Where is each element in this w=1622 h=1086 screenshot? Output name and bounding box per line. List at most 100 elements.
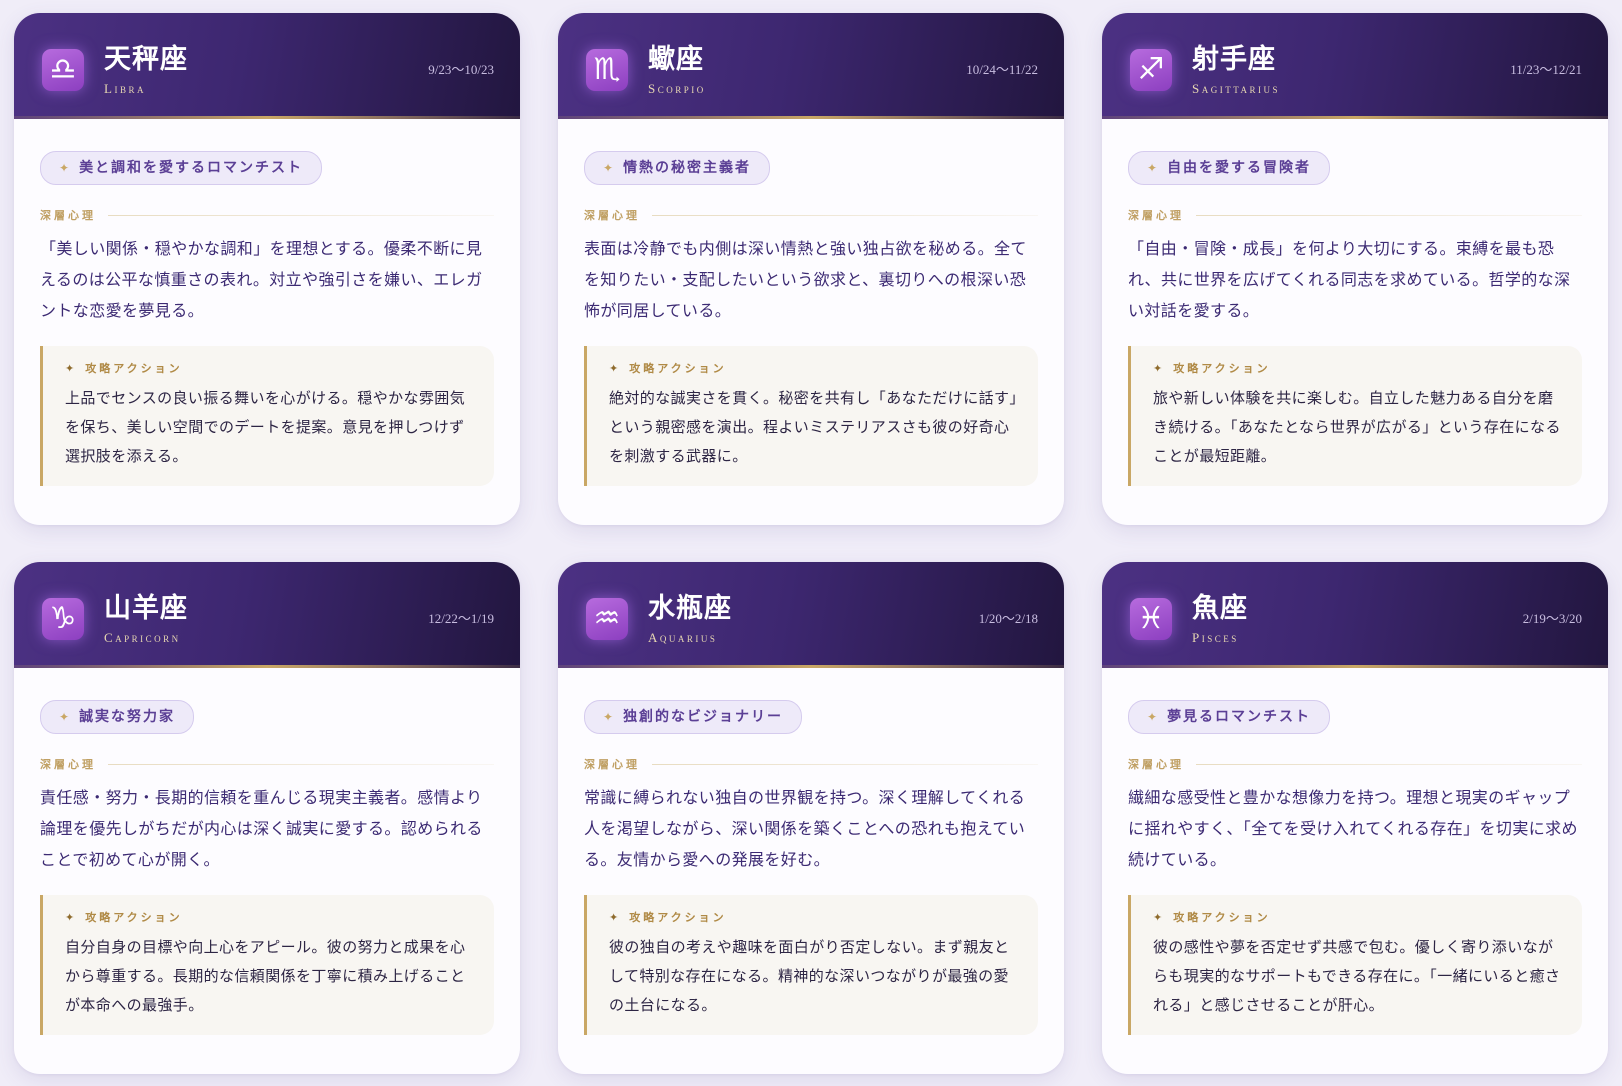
- star-icon: ✦: [59, 161, 72, 175]
- star-icon: ✦: [609, 362, 622, 375]
- zodiac-card-capricorn: ♑ 山羊座 Capricorn 12/22〜1/19 ✦ 誠実な努力家 深層心理 …: [14, 562, 520, 1074]
- card-body: ✦ 自由を愛する冒険者 深層心理 「自由・冒険・成長」を何より大切にする。束縛を最…: [1102, 119, 1608, 486]
- action-label-text: 攻略アクション: [85, 362, 183, 375]
- sign-english-name: Scorpio: [648, 81, 706, 96]
- sign-english-name: Capricorn: [104, 630, 181, 645]
- divider-line: [108, 763, 494, 765]
- psychology-label-text: 深層心理: [584, 209, 640, 222]
- zodiac-card-grid: ♎ 天秤座 Libra 9/23〜10/23 ✦ 美と調和を愛するロマンチスト 深…: [14, 13, 1608, 1074]
- card-header: ♐ 射手座 Sagittarius 11/23〜12/21: [1102, 13, 1608, 119]
- personality-tag: ✦ 独創的なビジョナリー: [584, 700, 803, 734]
- action-label: ✦ 攻略アクション: [1153, 909, 1562, 925]
- personality-tag-label: 夢見るロマンチスト: [1167, 709, 1312, 725]
- personality-tag-label: 美と調和を愛するロマンチスト: [79, 160, 304, 176]
- action-text: 旅や新しい体験を共に楽しむ。自立した魅力ある自分を磨き続ける。「あなたとなら世界…: [1153, 389, 1561, 465]
- zodiac-card-scorpio: ♏ 蠍座 Scorpio 10/24〜11/22 ✦ 情熱の秘密主義者 深層心理 …: [558, 13, 1064, 525]
- psychology-text: 「美しい関係・穏やかな調和」を理想とする。優柔不断に見えるのは公平な慎重さの表れ…: [40, 239, 483, 320]
- card-body: ✦ 夢見るロマンチスト 深層心理 繊細な感受性と豊かな想像力を持つ。理想と現実のギ…: [1102, 668, 1608, 1035]
- libra-icon: ♎: [42, 49, 84, 91]
- card-header: ♒ 水瓶座 Aquarius 1/20〜2/18: [558, 562, 1064, 668]
- action-box: ✦ 攻略アクション 旅や新しい体験を共に楽しむ。自立した魅力ある自分を磨き続ける。…: [1128, 346, 1582, 486]
- action-label: ✦ 攻略アクション: [1153, 360, 1562, 376]
- sign-english-name: Sagittarius: [1192, 81, 1281, 96]
- sign-date-range: 12/22〜1/19: [428, 611, 494, 626]
- action-text: 彼の独自の考えや趣味を面白がり否定しない。まず親友として特別な存在になる。精神的…: [609, 938, 1010, 1014]
- sagittarius-icon: ♐: [1130, 49, 1172, 91]
- card-header: ♓ 魚座 Pisces 2/19〜3/20: [1102, 562, 1608, 668]
- psychology-label-text: 深層心理: [40, 758, 96, 771]
- card-body: ✦ 独創的なビジョナリー 深層心理 常識に縛られない独自の世界観を持つ。深く理解し…: [558, 668, 1064, 1035]
- psychology-label-text: 深層心理: [1128, 758, 1184, 771]
- sign-name: 蠍座: [648, 44, 704, 75]
- sign-name: 魚座: [1192, 593, 1248, 624]
- action-label-text: 攻略アクション: [629, 911, 727, 924]
- action-label: ✦ 攻略アクション: [65, 909, 474, 925]
- personality-tag-label: 独創的なビジョナリー: [623, 709, 784, 725]
- personality-tag-label: 誠実な努力家: [79, 709, 176, 725]
- psychology-section-label: 深層心理: [40, 207, 494, 223]
- zodiac-card-pisces: ♓ 魚座 Pisces 2/19〜3/20 ✦ 夢見るロマンチスト 深層心理 繊細…: [1102, 562, 1608, 1074]
- personality-tag: ✦ 自由を愛する冒険者: [1128, 151, 1331, 185]
- card-body: ✦ 情熱の秘密主義者 深層心理 表面は冷静でも内側は深い情熱と強い独占欲を秘める。…: [558, 119, 1064, 486]
- action-label-text: 攻略アクション: [85, 911, 183, 924]
- zodiac-card-sagittarius: ♐ 射手座 Sagittarius 11/23〜12/21 ✦ 自由を愛する冒険者…: [1102, 13, 1608, 525]
- divider-line: [652, 214, 1038, 216]
- personality-tag-label: 自由を愛する冒険者: [1167, 160, 1312, 176]
- scorpio-icon: ♏: [586, 49, 628, 91]
- sign-date-range: 2/19〜3/20: [1522, 611, 1582, 626]
- star-icon: ✦: [1153, 362, 1166, 375]
- zodiac-card-aquarius: ♒ 水瓶座 Aquarius 1/20〜2/18 ✦ 独創的なビジョナリー 深層心…: [558, 562, 1064, 1074]
- action-text: 自分自身の目標や向上心をアピール。彼の努力と成果を心から尊重する。長期的な信頼関…: [65, 938, 466, 1014]
- action-box: ✦ 攻略アクション 絶対的な誠実さを貫く。秘密を共有し「あなただけに話す」という親…: [584, 346, 1038, 486]
- zodiac-card-libra: ♎ 天秤座 Libra 9/23〜10/23 ✦ 美と調和を愛するロマンチスト 深…: [14, 13, 520, 525]
- divider-line: [652, 763, 1038, 765]
- action-box: ✦ 攻略アクション 彼の感性や夢を否定せず共感で包む。優しく寄り添いながらも現実的…: [1128, 895, 1582, 1035]
- psychology-label-text: 深層心理: [1128, 209, 1184, 222]
- psychology-text: 常識に縛られない独自の世界観を持つ。深く理解してくれる人を渇望しながら、深い関係…: [584, 788, 1026, 869]
- action-text: 絶対的な誠実さを貫く。秘密を共有し「あなただけに話す」という親密感を演出。程よい…: [609, 389, 1018, 465]
- card-header: ♎ 天秤座 Libra 9/23〜10/23: [14, 13, 520, 119]
- psychology-section-label: 深層心理: [584, 207, 1038, 223]
- star-icon: ✦: [65, 362, 78, 375]
- psychology-text: 表面は冷静でも内側は深い情熱と強い独占欲を秘める。全てを知りたい・支配したいとい…: [584, 239, 1027, 320]
- star-icon: ✦: [1147, 161, 1160, 175]
- action-text: 上品でセンスの良い振る舞いを心がける。穏やかな雰囲気を保ち、美しい空間でのデート…: [65, 389, 466, 465]
- divider-line: [108, 214, 494, 216]
- sign-name: 射手座: [1192, 44, 1276, 75]
- star-icon: ✦: [59, 710, 72, 724]
- sign-english-name: Aquarius: [648, 630, 718, 645]
- action-label-text: 攻略アクション: [1173, 362, 1271, 375]
- personality-tag-label: 情熱の秘密主義者: [623, 160, 752, 176]
- psychology-section-label: 深層心理: [40, 756, 494, 772]
- sign-date-range: 1/20〜2/18: [978, 611, 1038, 626]
- personality-tag: ✦ 美と調和を愛するロマンチスト: [40, 151, 323, 185]
- divider-line: [1196, 763, 1582, 765]
- personality-tag: ✦ 誠実な努力家: [40, 700, 195, 734]
- psychology-text: 繊細な感受性と豊かな想像力を持つ。理想と現実のギャップに揺れやすく、「全てを受け…: [1128, 788, 1578, 869]
- sign-english-name: Pisces: [1192, 630, 1239, 645]
- action-label: ✦ 攻略アクション: [609, 360, 1018, 376]
- card-header: ♏ 蠍座 Scorpio 10/24〜11/22: [558, 13, 1064, 119]
- sign-english-name: Libra: [104, 81, 146, 96]
- star-icon: ✦: [603, 161, 616, 175]
- psychology-text: 「自由・冒険・成長」を何より大切にする。束縛を最も恐れ、共に世界を広げてくれる同…: [1128, 239, 1571, 320]
- sign-date-range: 11/23〜12/21: [1510, 62, 1582, 77]
- action-label-text: 攻略アクション: [1173, 911, 1271, 924]
- sign-name: 天秤座: [104, 44, 188, 75]
- personality-tag: ✦ 情熱の秘密主義者: [584, 151, 771, 185]
- card-header: ♑ 山羊座 Capricorn 12/22〜1/19: [14, 562, 520, 668]
- psychology-label-text: 深層心理: [40, 209, 96, 222]
- action-box: ✦ 攻略アクション 自分自身の目標や向上心をアピール。彼の努力と成果を心から尊重す…: [40, 895, 494, 1035]
- sign-date-range: 9/23〜10/23: [428, 62, 494, 77]
- action-label: ✦ 攻略アクション: [609, 909, 1018, 925]
- action-box: ✦ 攻略アクション 彼の独自の考えや趣味を面白がり否定しない。まず親友として特別な…: [584, 895, 1038, 1035]
- action-label-text: 攻略アクション: [629, 362, 727, 375]
- psychology-label-text: 深層心理: [584, 758, 640, 771]
- sign-name: 水瓶座: [648, 593, 732, 624]
- capricorn-icon: ♑: [42, 598, 84, 640]
- star-icon: ✦: [1153, 911, 1166, 924]
- psychology-section-label: 深層心理: [1128, 207, 1582, 223]
- star-icon: ✦: [609, 911, 622, 924]
- aquarius-icon: ♒: [586, 598, 628, 640]
- action-box: ✦ 攻略アクション 上品でセンスの良い振る舞いを心がける。穏やかな雰囲気を保ち、美…: [40, 346, 494, 486]
